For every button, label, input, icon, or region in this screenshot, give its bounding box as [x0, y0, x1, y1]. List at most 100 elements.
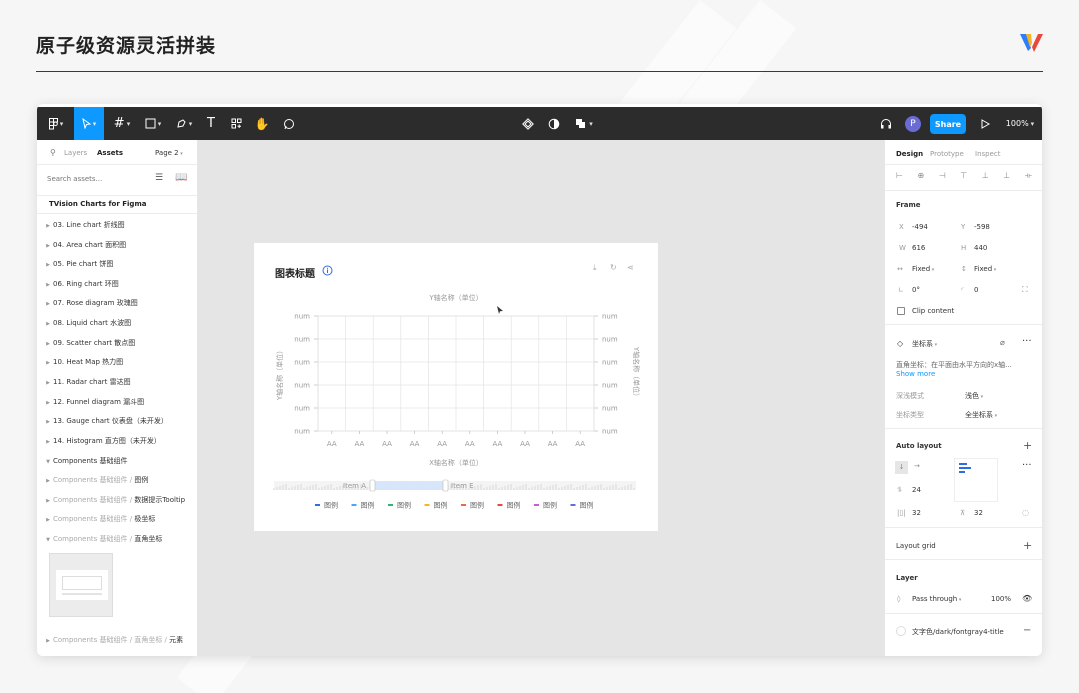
clip-content-checkbox[interactable]: [897, 307, 905, 315]
list-item[interactable]: ▶ 09. Scatter chart 散点图: [43, 338, 204, 348]
text-tool[interactable]: T: [202, 107, 220, 140]
library-icon[interactable]: 📖: [175, 172, 187, 183]
component-button[interactable]: [519, 107, 537, 140]
tab-inspect[interactable]: Inspect: [975, 150, 1001, 158]
divider: [885, 527, 1042, 528]
list-item[interactable]: ▶ 04. Area chart 面积图: [43, 240, 204, 250]
radius-field[interactable]: 0: [974, 286, 978, 294]
share-icon[interactable]: ⋖: [627, 263, 634, 272]
add-layout-grid-icon[interactable]: +: [1023, 539, 1032, 552]
y-tick-label: num: [294, 428, 310, 436]
audio-button[interactable]: [877, 107, 895, 140]
avatar[interactable]: P: [905, 116, 921, 132]
independent-corners-icon[interactable]: ⛶: [1022, 285, 1028, 295]
chart-card[interactable]: 图表标题 ⤓ ↻ ⋖ Y轴名称（单位） num num num num num num num…: [254, 243, 658, 531]
y-axis-title-right: Y轴名称（单位）: [632, 346, 641, 400]
frame-tool[interactable]: # ▾: [109, 107, 135, 140]
x-tick-label: AA: [327, 440, 337, 448]
toolbar: ▾ ▾ # ▾ ▾ ▾ T ✋ ▾ P Share 100% ▾: [37, 107, 1042, 140]
pen-tool[interactable]: ▾: [171, 107, 197, 140]
height-mode-select[interactable]: Fixed ▾: [974, 265, 996, 273]
component-instance-icon: ◇: [897, 339, 904, 348]
boolean-button[interactable]: ▾: [571, 107, 597, 140]
eye-icon[interactable]: 👁: [1022, 594, 1032, 603]
download-icon[interactable]: ⤓: [593, 263, 597, 273]
list-item[interactable]: ▶ 11. Radar chart 雷达图: [43, 377, 204, 387]
list-item[interactable]: ▶ 12. Funnel diagram 漏斗图: [43, 397, 204, 407]
main-menu-button[interactable]: ▾: [43, 107, 69, 140]
search-icon[interactable]: ⚲: [50, 148, 56, 157]
list-item[interactable]: ▶ 06. Ring chart 环图: [43, 279, 204, 289]
present-button[interactable]: [977, 107, 993, 140]
more-icon[interactable]: ···: [1022, 460, 1032, 471]
add-auto-layout-icon[interactable]: +: [1023, 439, 1032, 452]
list-item[interactable]: ▶ Components 基础组件 / 直角坐标 / 元素: [43, 635, 204, 645]
individual-padding-icon[interactable]: ◌: [1022, 508, 1029, 517]
zoom-menu[interactable]: 100% ▾: [1002, 107, 1038, 140]
search-input[interactable]: [47, 172, 147, 186]
rotation-field[interactable]: 0°: [912, 286, 920, 294]
x-field[interactable]: -494: [912, 223, 928, 231]
fill-style-swatch[interactable]: [896, 626, 906, 636]
canvas[interactable]: 图表标题 ⤓ ↻ ⋖ Y轴名称（单位） num num num num num num num…: [198, 140, 884, 656]
share-button[interactable]: Share: [930, 114, 966, 134]
padding-vertical-field[interactable]: 32: [974, 509, 983, 517]
divider: [885, 164, 1042, 165]
list-item-components[interactable]: ▼ Components 基础组件: [43, 456, 204, 466]
padding-vertical-icon: ⊼: [960, 509, 966, 517]
list-item[interactable]: ▶ 13. Gauge chart 仪表盘（未开发）: [43, 416, 204, 426]
remove-fill-icon[interactable]: −: [1023, 625, 1031, 636]
list-item[interactable]: ▶ 07. Rose diagram 玫瑰图: [43, 298, 204, 308]
list-item[interactable]: ▶ Components 基础组件 / 极坐标: [43, 514, 204, 524]
tab-layers[interactable]: Layers: [64, 149, 87, 157]
info-icon[interactable]: [322, 265, 333, 276]
play-icon: [981, 118, 990, 129]
component-thumbnail[interactable]: [49, 553, 113, 617]
tab-assets[interactable]: Assets: [97, 149, 123, 157]
list-item-expanded[interactable]: ▼ Components 基础组件 / 直角坐标: [43, 534, 204, 544]
list-item[interactable]: ▶ 10. Heat Map 热力图: [43, 357, 204, 367]
direction-vertical-button[interactable]: ↓: [895, 461, 908, 474]
direction-horizontal-button[interactable]: →: [914, 462, 920, 470]
resources-tool[interactable]: [227, 107, 245, 140]
list-item[interactable]: ▶ 05. Pie chart 饼图: [43, 259, 204, 269]
list-item[interactable]: ▶ 03. Line chart 折线图: [43, 220, 204, 230]
component-name-select[interactable]: 坐标系 ▾: [912, 339, 937, 349]
list-item[interactable]: ▶ 14. Histogram 直方图（未开发）: [43, 436, 204, 446]
hand-tool[interactable]: ✋: [253, 107, 271, 140]
shape-tool[interactable]: ▾: [140, 107, 166, 140]
more-icon[interactable]: ···: [1022, 336, 1032, 347]
page-selector[interactable]: Page 2 ▾: [155, 149, 183, 157]
padding-horizontal-field[interactable]: 32: [912, 509, 921, 517]
mask-button[interactable]: [545, 107, 563, 140]
prop-mode-select[interactable]: 浅色 ▾: [965, 391, 983, 401]
detach-icon[interactable]: ⌀: [1000, 338, 1005, 347]
show-more-link[interactable]: Show more: [896, 370, 935, 378]
spacing-field[interactable]: 24: [912, 486, 921, 494]
list-item[interactable]: ▶ 08. Liquid chart 水波图: [43, 318, 204, 328]
h-field[interactable]: 440: [974, 244, 987, 252]
refresh-icon[interactable]: ↻: [610, 263, 617, 272]
divider: [37, 195, 198, 196]
comment-tool[interactable]: [280, 107, 298, 140]
layout-grid-label: Layout grid: [896, 542, 936, 550]
width-mode-select[interactable]: Fixed ▾: [912, 265, 934, 273]
list-item[interactable]: ▶ Components 基础组件 / 数据提示Tooltip: [43, 495, 204, 505]
move-tool[interactable]: ▾: [74, 107, 104, 140]
prop-type-select[interactable]: 全坐标系 ▾: [965, 410, 997, 420]
blend-mode-select[interactable]: Pass through ▾: [912, 595, 961, 603]
y-tick-label: num: [294, 359, 310, 367]
divider: [885, 559, 1042, 560]
y-tick-label-right: num: [602, 336, 618, 344]
opacity-field[interactable]: 100%: [991, 595, 1011, 603]
align-controls[interactable]: ⊢ ⊕ ⊣ ⊤ ⊥ ⊥ ⟛: [896, 171, 1038, 181]
y-field[interactable]: -598: [974, 223, 990, 231]
x-tick-label: AA: [548, 440, 558, 448]
tab-design[interactable]: Design: [896, 150, 923, 158]
list-view-icon[interactable]: ☰: [155, 173, 163, 183]
w-field[interactable]: 616: [912, 244, 925, 252]
alignment-grid[interactable]: [954, 458, 998, 502]
list-item[interactable]: ▶ Components 基础组件 / 图例: [43, 475, 204, 485]
tab-prototype[interactable]: Prototype: [930, 150, 964, 158]
divider: [885, 613, 1042, 614]
